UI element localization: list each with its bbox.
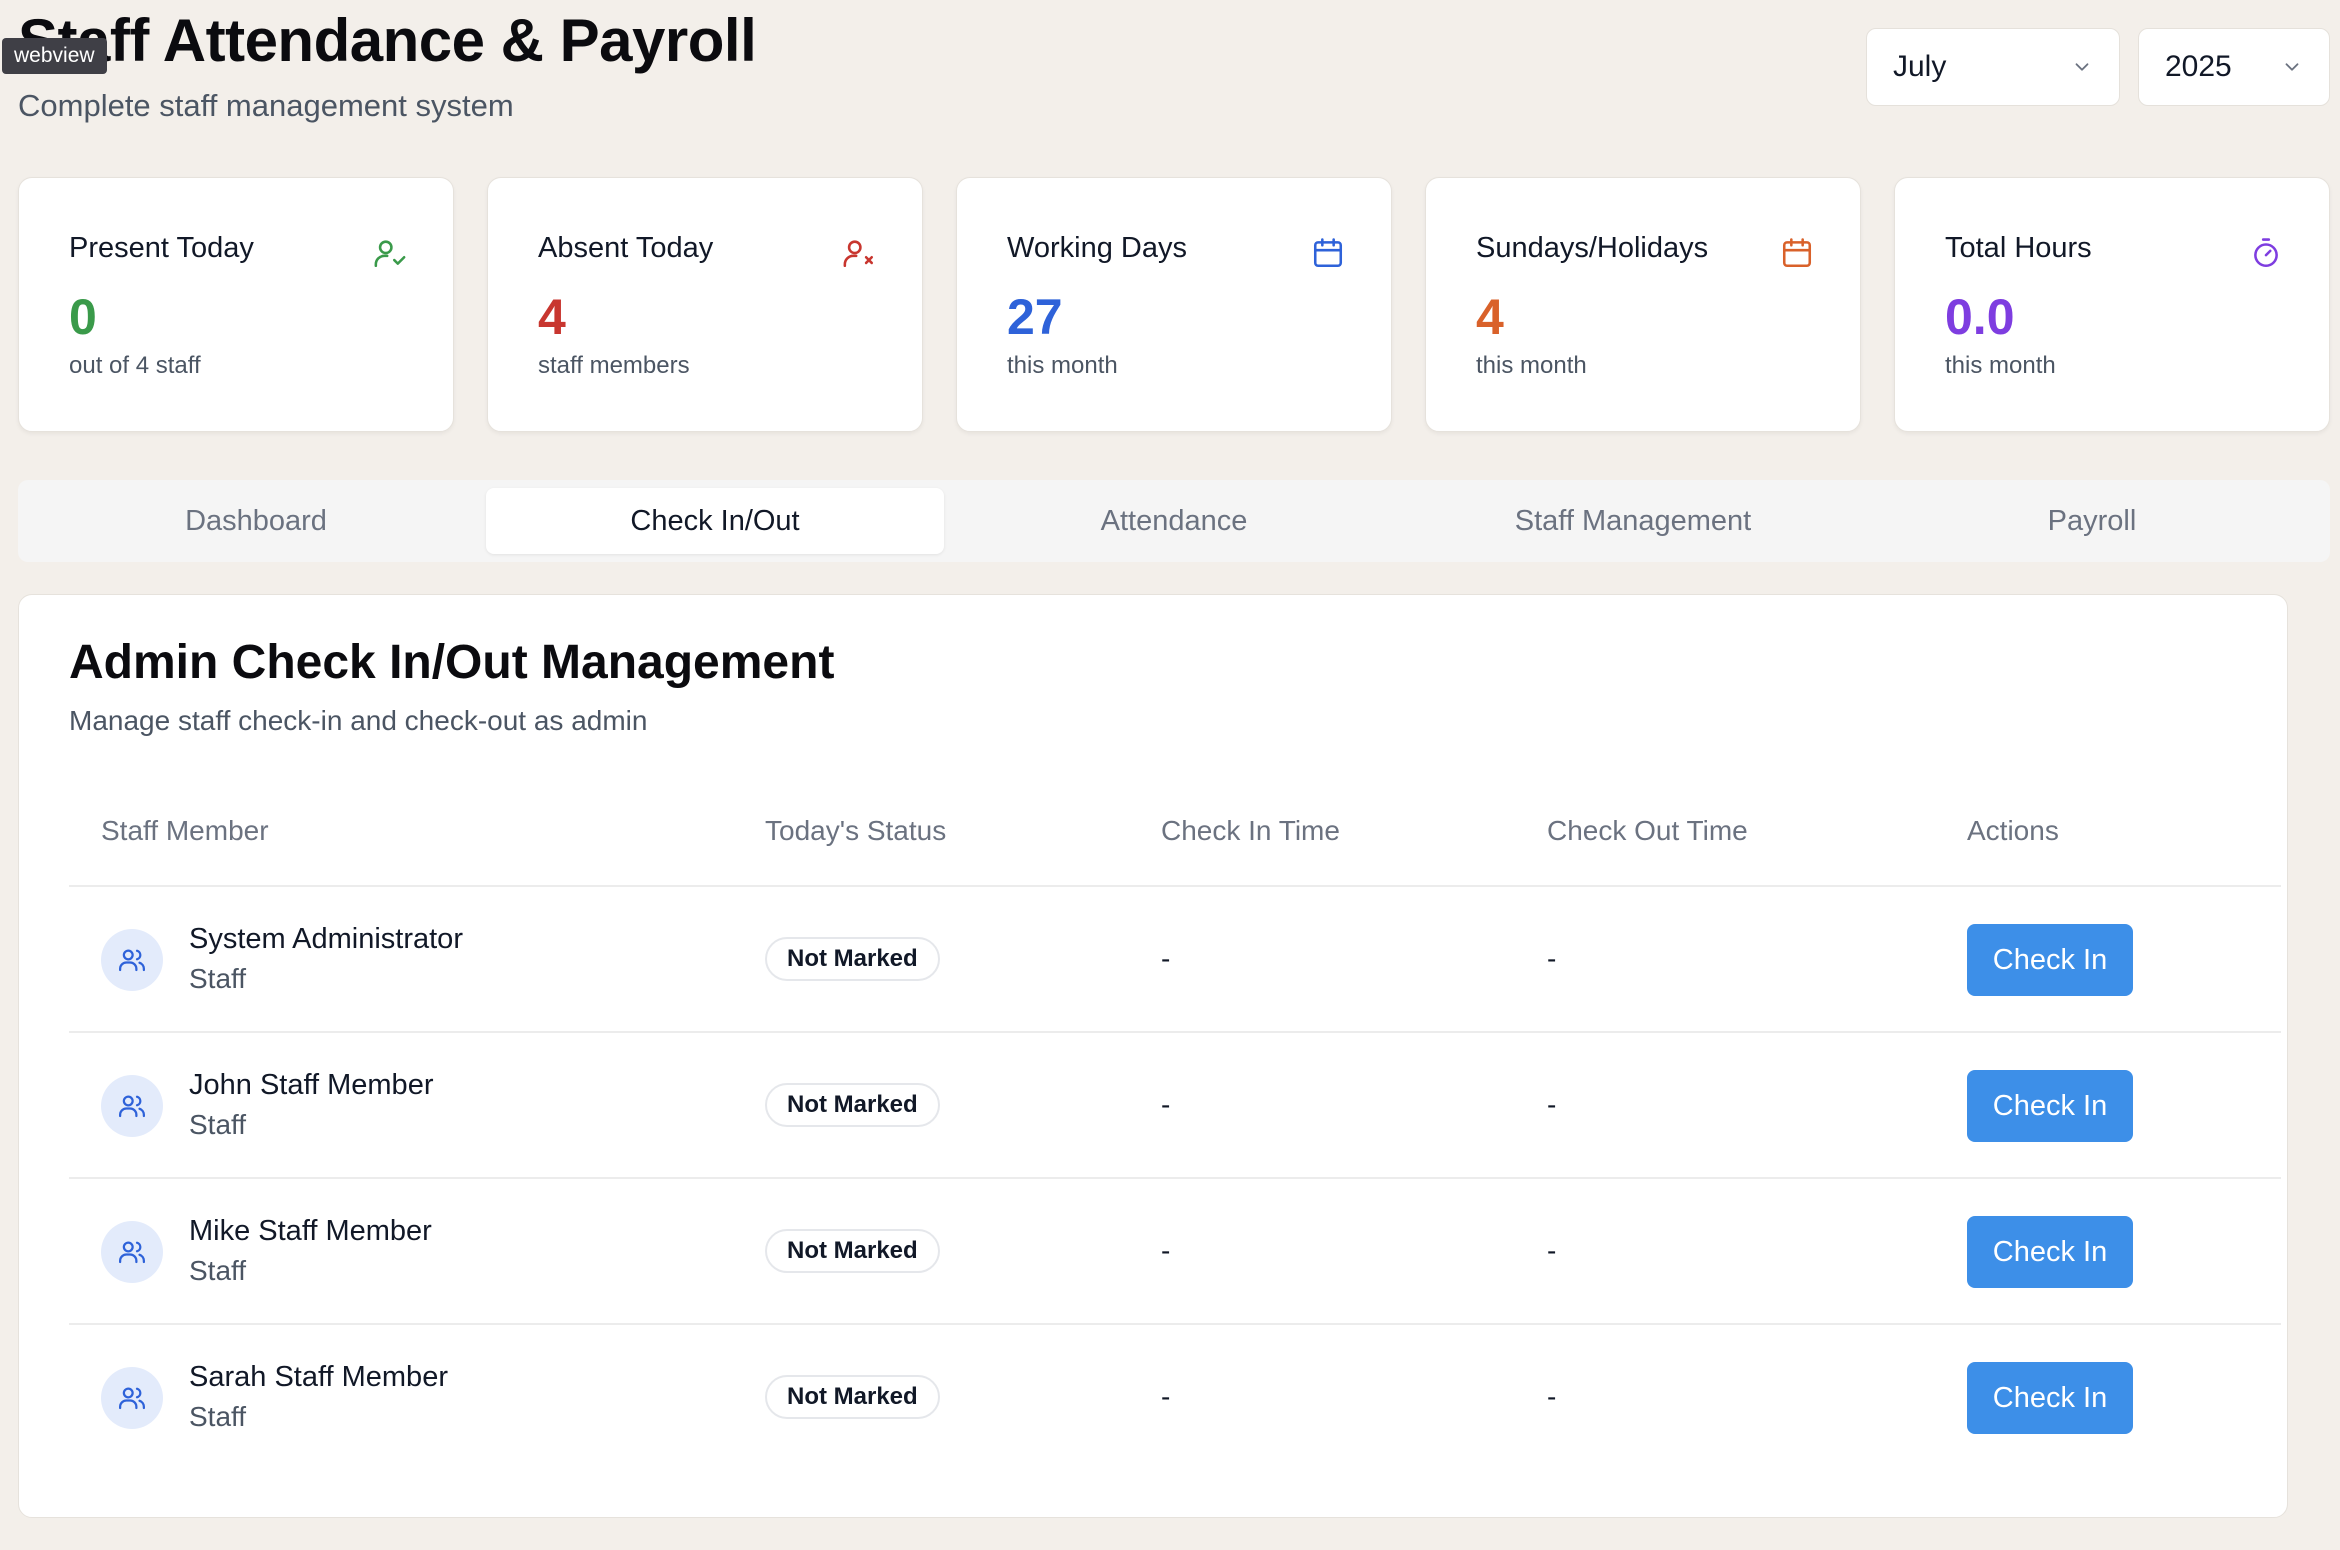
panel-subtitle: Manage staff check-in and check-out as a… (69, 705, 648, 736)
avatar (101, 1075, 163, 1137)
check-out-time: - (1547, 943, 1557, 974)
staff-table: Staff Member Today's Status Check In Tim… (69, 795, 2281, 1471)
stat-label: Total Hours (1945, 232, 2092, 264)
avatar (101, 1367, 163, 1429)
column-header-staff: Staff Member (101, 815, 269, 846)
users-icon (119, 1241, 146, 1264)
check-out-time: - (1547, 1089, 1557, 1120)
tab-staff-management[interactable]: Staff Management (1404, 488, 1862, 554)
users-icon (119, 1095, 146, 1118)
tab-payroll[interactable]: Payroll (1863, 488, 2321, 554)
staff-role: Staff (189, 963, 247, 994)
stat-value: 4 (1476, 289, 1504, 345)
stat-sub: this month (1945, 352, 2056, 379)
stat-card-working-days: Working Days 27 this month (956, 177, 1392, 432)
table-row: Mike Staff Member Staff Not Marked - - C… (69, 1179, 2281, 1325)
tab-bar: Dashboard Check In/Out Attendance Staff … (18, 480, 2330, 562)
page-title: Staff Attendance & Payroll (18, 7, 757, 74)
calendar-icon (1782, 238, 1812, 268)
tab-check-in-out[interactable]: Check In/Out (486, 488, 944, 554)
app-page: webview Staff Attendance & Payroll Compl… (0, 0, 2340, 1550)
staff-role: Staff (189, 1109, 247, 1140)
status-badge: Not Marked (765, 1375, 940, 1419)
stat-card-holidays: Sundays/Holidays 4 this month (1425, 177, 1861, 432)
timer-icon (2254, 238, 2278, 268)
staff-role: Staff (189, 1401, 247, 1432)
check-in-time: - (1161, 1089, 1171, 1120)
users-icon (119, 1387, 146, 1410)
tab-attendance[interactable]: Attendance (945, 488, 1403, 554)
status-badge: Not Marked (765, 937, 940, 981)
check-out-time: - (1547, 1381, 1557, 1412)
stat-value: 0.0 (1945, 289, 2015, 345)
staff-name: Mike Staff Member (189, 1215, 432, 1247)
stat-label: Sundays/Holidays (1476, 232, 1709, 264)
stat-label: Working Days (1007, 232, 1187, 264)
staff-name: John Staff Member (189, 1069, 434, 1101)
status-badge: Not Marked (765, 1083, 940, 1127)
stat-value: 0 (69, 289, 97, 345)
check-in-time: - (1161, 1381, 1171, 1412)
status-badge: Not Marked (765, 1229, 940, 1273)
check-in-time: - (1161, 1235, 1171, 1266)
stat-label: Present Today (69, 232, 254, 264)
column-header-check-out: Check Out Time (1547, 815, 1748, 846)
tab-dashboard[interactable]: Dashboard (27, 488, 485, 554)
column-header-check-in: Check In Time (1161, 815, 1340, 846)
stat-value: 27 (1007, 289, 1063, 345)
stat-card-total-hours: Total Hours 0.0 this month (1894, 177, 2330, 432)
check-in-out-panel: Admin Check In/Out Management Manage sta… (18, 594, 2288, 1518)
stat-sub: out of 4 staff (69, 352, 201, 379)
staff-name: System Administrator (189, 923, 463, 955)
users-icon (119, 949, 146, 972)
year-select-value: 2025 (2165, 50, 2232, 83)
check-out-time: - (1547, 1235, 1557, 1266)
column-header-status: Today's Status (765, 815, 947, 846)
page-subtitle: Complete staff management system (18, 88, 514, 123)
stat-sub: staff members (538, 352, 690, 379)
month-select[interactable]: July (1866, 28, 2120, 106)
stat-value: 4 (538, 289, 566, 345)
stat-card-absent: Absent Today 4 staff members (487, 177, 923, 432)
staff-role: Staff (189, 1255, 247, 1286)
stat-card-present: Present Today 0 out of 4 staff (18, 177, 454, 432)
avatar (101, 1221, 163, 1283)
avatar (101, 929, 163, 991)
stat-sub: this month (1476, 352, 1587, 379)
check-in-button[interactable]: Check In (1967, 924, 2133, 996)
table-row: Sarah Staff Member Staff Not Marked - - … (69, 1325, 2281, 1471)
webview-badge: webview (2, 38, 107, 74)
chevron-down-icon (2285, 63, 2299, 71)
stats-row: Present Today 0 out of 4 staff Absent To… (18, 177, 2330, 432)
table-row: System Administrator Staff Not Marked - … (69, 887, 2281, 1033)
year-select[interactable]: 2025 (2138, 28, 2330, 106)
check-in-button[interactable]: Check In (1967, 1070, 2133, 1142)
check-in-button[interactable]: Check In (1967, 1216, 2133, 1288)
table-row: John Staff Member Staff Not Marked - - C… (69, 1033, 2281, 1179)
staff-name: Sarah Staff Member (189, 1361, 448, 1393)
stat-sub: this month (1007, 352, 1118, 379)
check-in-button[interactable]: Check In (1967, 1362, 2133, 1434)
table-header: Staff Member Today's Status Check In Tim… (69, 795, 2281, 887)
panel-title: Admin Check In/Out Management (69, 636, 835, 689)
stat-label: Absent Today (538, 232, 714, 264)
check-in-time: - (1161, 943, 1171, 974)
chevron-down-icon (2075, 63, 2089, 71)
column-header-actions: Actions (1967, 815, 2059, 846)
calendar-icon (1313, 238, 1343, 268)
user-x-icon (843, 240, 874, 268)
month-select-value: July (1893, 50, 1947, 83)
user-check-icon (374, 240, 406, 268)
